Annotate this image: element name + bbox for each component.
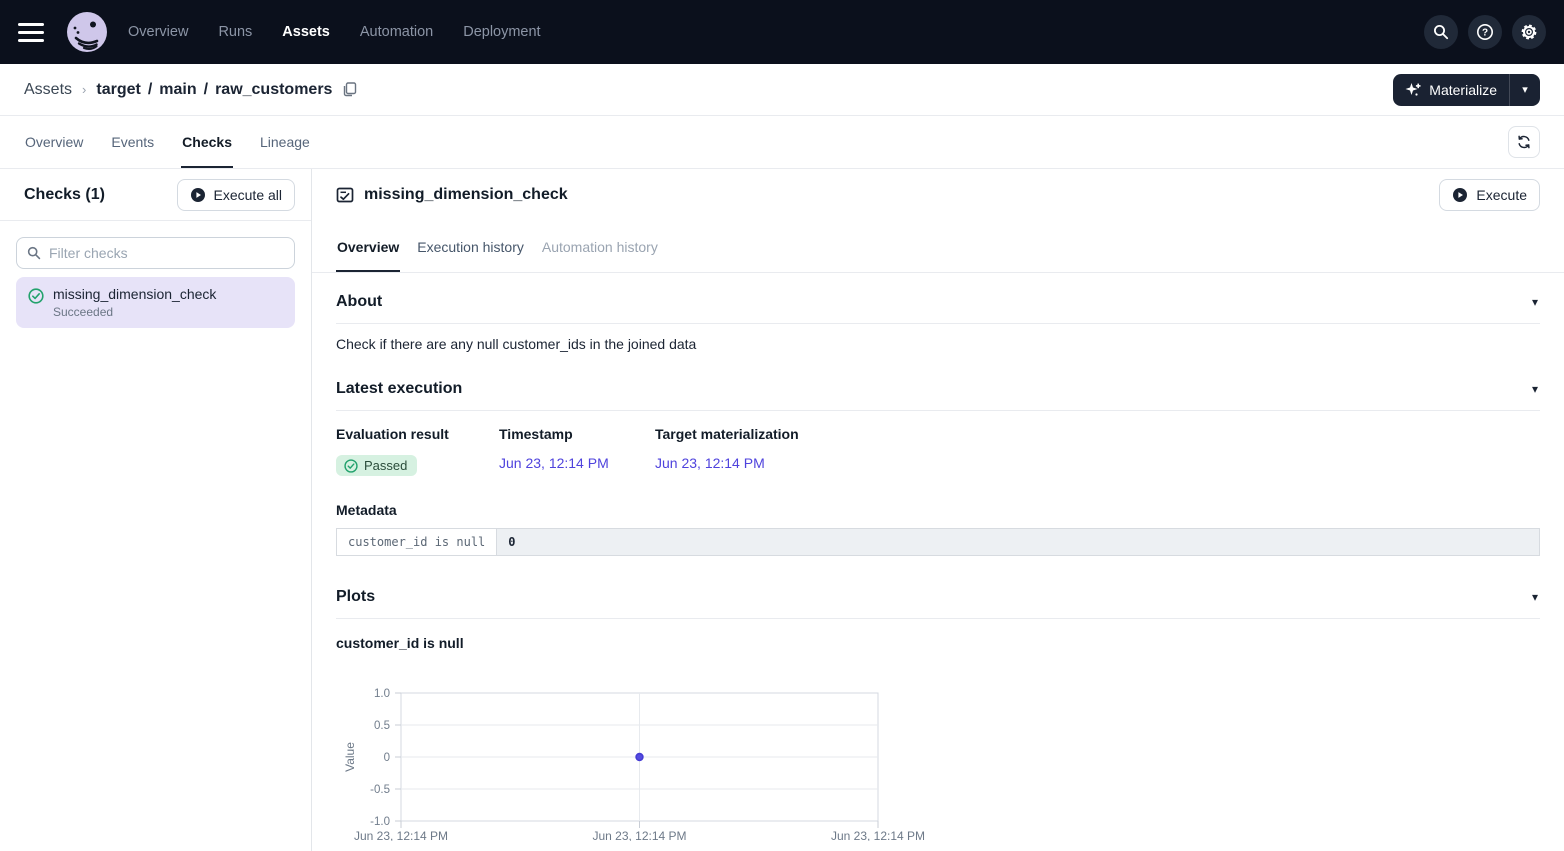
execute-button[interactable]: Execute [1439, 179, 1540, 211]
breadcrumb-segment-raw-customers: raw_customers [215, 81, 332, 99]
asset-tab-bar: Overview Events Checks Lineage [0, 116, 1564, 169]
asset-header: Assets › target / main / raw_customers M… [0, 64, 1564, 116]
svg-text:?: ? [1482, 28, 1488, 39]
timestamp-link[interactable]: Jun 23, 12:14 PM [499, 455, 655, 476]
latest-execution-section: Latest execution ▾ Evaluation result Tim… [336, 374, 1540, 556]
plots-title: Plots [336, 588, 375, 606]
metadata-table: customer_id is null 0 [336, 528, 1540, 556]
collapse-plots-button[interactable]: ▾ [1530, 589, 1540, 605]
execute-all-label: Execute all [214, 187, 282, 203]
tab-check-overview[interactable]: Overview [336, 221, 400, 272]
breadcrumb-segment-main: main [159, 81, 196, 99]
help-icon: ? [1476, 23, 1494, 41]
sparkle-icon [1405, 82, 1421, 98]
tab-overview[interactable]: Overview [24, 116, 84, 168]
check-circle-icon [344, 459, 358, 473]
checks-sidebar: Checks (1) Execute all [0, 169, 312, 851]
top-nav: Overview Runs Assets Automation Deployme… [0, 0, 1564, 64]
filter-checks-input[interactable] [49, 245, 284, 261]
materialize-split-button: Materialize ▾ [1393, 74, 1540, 106]
execute-all-button[interactable]: Execute all [177, 179, 295, 211]
nav-item-deployment[interactable]: Deployment [463, 24, 540, 40]
metadata-value: 0 [497, 529, 1540, 556]
ytick-neg1: -1.0 [370, 816, 390, 828]
metadata-key: customer_id is null [337, 529, 497, 556]
breadcrumb-slash: / [148, 81, 152, 99]
nav-item-assets[interactable]: Assets [282, 24, 330, 40]
dagster-logo[interactable] [66, 11, 108, 53]
execute-label: Execute [1476, 187, 1527, 203]
collapse-about-button[interactable]: ▾ [1530, 294, 1540, 310]
check-tab-bar: Overview Execution history Automation hi… [312, 221, 1564, 273]
primary-nav: Overview Runs Assets Automation Deployme… [128, 24, 541, 40]
check-circle-icon [28, 288, 44, 304]
play-circle-icon [1452, 187, 1468, 203]
scatter-chart: 1.0 0.5 0 -0.5 -1.0 Value Jun 23, 12:14 … [336, 683, 956, 841]
ytick-1: 1.0 [374, 688, 390, 700]
about-section: About ▾ Check if there are any null cust… [336, 287, 1540, 352]
nav-item-runs[interactable]: Runs [218, 24, 252, 40]
help-button[interactable]: ? [1468, 15, 1502, 49]
tab-lineage[interactable]: Lineage [259, 116, 311, 168]
xtick-0: Jun 23, 12:14 PM [354, 829, 448, 841]
octopus-logo-icon [66, 11, 108, 53]
settings-button[interactable] [1512, 15, 1546, 49]
search-icon [1433, 24, 1449, 40]
check-detail-panel: missing_dimension_check Execute Overview… [312, 169, 1564, 851]
play-circle-icon [190, 187, 206, 203]
materialize-dropdown-button[interactable]: ▾ [1510, 74, 1540, 106]
breadcrumb-assets-link[interactable]: Assets [24, 81, 72, 99]
plot-title: customer_id is null [336, 635, 1540, 651]
chevron-right-icon: › [82, 82, 86, 97]
check-item-status: Succeeded [53, 305, 216, 319]
nav-item-automation[interactable]: Automation [360, 24, 433, 40]
value-plot: 1.0 0.5 0 -0.5 -1.0 Value Jun 23, 12:14 … [336, 683, 1540, 846]
check-item-name: missing_dimension_check [53, 286, 216, 302]
column-target-materialization: Target materialization [655, 426, 1540, 442]
metadata-row: customer_id is null 0 [337, 529, 1540, 556]
target-materialization-link[interactable]: Jun 23, 12:14 PM [655, 455, 1540, 476]
check-description: Check if there are any null customer_ids… [336, 336, 1540, 352]
search-button[interactable] [1424, 15, 1458, 49]
xtick-1: Jun 23, 12:14 PM [592, 829, 686, 841]
ytick-0: 0 [384, 752, 390, 764]
column-timestamp: Timestamp [499, 426, 655, 442]
tab-automation-history[interactable]: Automation history [541, 221, 659, 272]
plots-section: Plots ▾ customer_id is null [336, 582, 1540, 846]
latest-execution-title: Latest execution [336, 380, 462, 398]
search-icon [27, 246, 41, 260]
asset-check-icon [336, 186, 354, 204]
column-evaluation-result: Evaluation result [336, 426, 499, 442]
refresh-icon [1516, 134, 1532, 150]
materialize-label: Materialize [1429, 82, 1497, 98]
check-title: missing_dimension_check [364, 186, 568, 204]
tab-execution-history[interactable]: Execution history [416, 221, 525, 272]
passed-badge: Passed [336, 455, 417, 476]
passed-badge-label: Passed [364, 458, 407, 473]
ytick-neg05: -0.5 [370, 784, 390, 796]
hamburger-menu-button[interactable] [18, 12, 58, 52]
metadata-title: Metadata [336, 502, 1540, 518]
checks-panel-title: Checks (1) [24, 186, 105, 204]
xtick-2: Jun 23, 12:14 PM [831, 829, 925, 841]
collapse-latest-execution-button[interactable]: ▾ [1530, 381, 1540, 397]
copy-asset-key-button[interactable] [342, 82, 357, 97]
about-title: About [336, 293, 382, 311]
nav-item-overview[interactable]: Overview [128, 24, 188, 40]
breadcrumb-segment-target: target [96, 81, 140, 99]
filter-checks-box [16, 237, 295, 269]
breadcrumb-slash: / [204, 81, 208, 99]
copy-icon [342, 82, 357, 97]
tab-checks[interactable]: Checks [181, 116, 233, 168]
materialize-button[interactable]: Materialize [1393, 74, 1510, 106]
gear-icon [1520, 23, 1538, 41]
plot-point[interactable] [636, 754, 643, 761]
ytick-05: 0.5 [374, 720, 390, 732]
y-axis-label: Value [343, 742, 357, 772]
refresh-button[interactable] [1508, 126, 1540, 158]
check-list-item[interactable]: missing_dimension_check Succeeded [16, 277, 295, 328]
tab-events[interactable]: Events [110, 116, 155, 168]
